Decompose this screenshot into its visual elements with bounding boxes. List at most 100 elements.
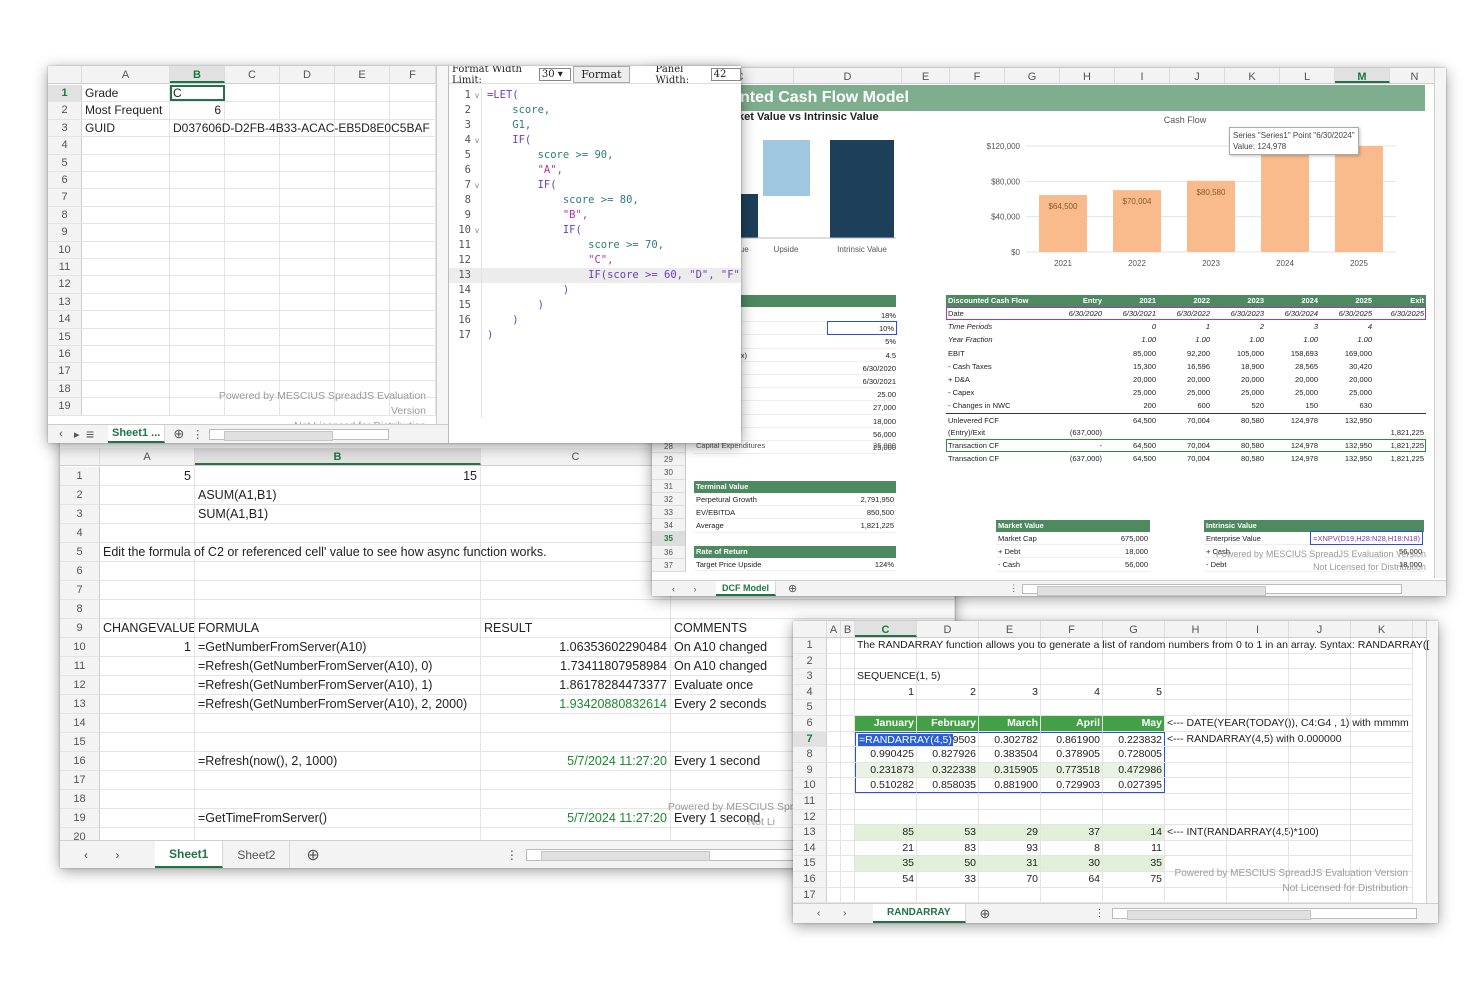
cell[interactable] <box>1227 809 1289 825</box>
cell[interactable]: 33 <box>917 872 979 887</box>
cell[interactable] <box>1227 669 1289 684</box>
row-header[interactable]: 4 <box>793 684 827 700</box>
cell[interactable] <box>855 887 917 903</box>
cell[interactable] <box>390 102 436 119</box>
cell[interactable] <box>1351 669 1413 684</box>
dcf-col-h[interactable]: H <box>1060 68 1115 83</box>
cell[interactable] <box>335 276 390 293</box>
cell[interactable] <box>280 276 335 293</box>
cell[interactable] <box>841 747 855 762</box>
dcf-add-sheet-icon[interactable]: ⊕ <box>776 582 809 595</box>
dcf-cell[interactable]: 20,000 <box>1320 373 1374 386</box>
cell[interactable]: 1 <box>855 684 917 700</box>
dcf-cell[interactable] <box>1046 414 1104 426</box>
fe-add-sheet-icon[interactable]: ⊕ <box>165 426 192 442</box>
row-header[interactable]: 1 <box>60 467 100 485</box>
cell[interactable] <box>855 653 917 669</box>
cell[interactable] <box>82 276 170 293</box>
cell[interactable] <box>225 346 280 363</box>
cell[interactable] <box>979 794 1041 809</box>
cell[interactable] <box>390 137 436 154</box>
cell[interactable] <box>335 259 390 276</box>
cell[interactable] <box>855 794 917 809</box>
cell[interactable] <box>917 700 979 715</box>
cell[interactable] <box>170 241 225 258</box>
cell[interactable] <box>1041 669 1103 684</box>
row-header[interactable]: 19 <box>48 398 82 415</box>
cell[interactable] <box>1165 794 1227 809</box>
cell[interactable]: 5/7/2024 11:27:20 <box>481 809 671 827</box>
cell[interactable] <box>280 224 335 241</box>
fe-col-c[interactable]: C <box>225 66 280 83</box>
assumption-value[interactable]: 27,000 <box>873 401 896 413</box>
code-line[interactable]: 8 score >= 80, <box>449 193 741 208</box>
cell[interactable] <box>827 778 841 793</box>
fe-col-e[interactable]: E <box>335 66 390 83</box>
dcf-cell[interactable]: 70,004 <box>1158 414 1212 426</box>
code-line[interactable]: 12 "C", <box>449 253 741 268</box>
cell[interactable] <box>841 794 855 809</box>
row-header[interactable]: 8 <box>48 206 82 224</box>
cell[interactable] <box>1227 794 1289 809</box>
cell[interactable] <box>1227 762 1289 778</box>
dcf-cell[interactable]: - <box>1046 439 1104 452</box>
cell[interactable] <box>82 154 170 171</box>
assumption-value[interactable]: 56,000 <box>873 428 896 440</box>
ra-col-h[interactable]: H <box>1165 621 1227 637</box>
fe-corner[interactable] <box>48 66 82 83</box>
code-line[interactable]: 5 score >= 90, <box>449 148 741 163</box>
dcf-cell[interactable]: 80,580 <box>1212 452 1266 465</box>
cell[interactable] <box>280 346 335 363</box>
ra-col-f[interactable]: F <box>1041 621 1103 637</box>
fe-col-f[interactable]: F <box>390 66 436 83</box>
dcf-cell[interactable]: 6/30/2025 <box>1320 307 1374 320</box>
small-table-value[interactable]: 675,000 <box>1121 532 1148 544</box>
cell[interactable]: 8 <box>1041 840 1103 856</box>
ra-col-g[interactable]: G <box>1103 621 1165 637</box>
cell[interactable] <box>1289 778 1351 793</box>
cell[interactable] <box>1289 794 1351 809</box>
row-header[interactable]: 17 <box>60 771 100 789</box>
format-button[interactable]: Format <box>573 66 630 83</box>
dcf-cell[interactable] <box>1046 360 1104 373</box>
cell[interactable] <box>1289 747 1351 762</box>
cell[interactable] <box>1289 825 1351 840</box>
cell[interactable]: 35 <box>855 856 917 871</box>
cell[interactable]: 5/7/2024 11:27:20 <box>481 752 671 770</box>
row-header[interactable]: 2 <box>793 653 827 669</box>
row-header[interactable]: 15 <box>793 856 827 871</box>
cell[interactable] <box>82 346 170 363</box>
cell[interactable] <box>1165 684 1227 700</box>
cell[interactable] <box>280 206 335 224</box>
dcf-col-f[interactable]: F <box>950 68 1005 83</box>
col-header-b[interactable]: B <box>195 448 481 465</box>
cell[interactable]: C <box>170 85 225 102</box>
row-header[interactable]: 3 <box>793 669 827 684</box>
cell[interactable]: 0.027395 <box>1103 778 1165 793</box>
cell[interactable] <box>841 840 855 856</box>
tab-nav-arrows[interactable]: ‹ › <box>60 848 155 862</box>
row-header[interactable]: 16 <box>60 752 100 770</box>
row-header[interactable]: 30 <box>652 466 685 480</box>
code-line[interactable]: 17) <box>449 328 741 343</box>
row-header[interactable]: 10 <box>60 638 100 656</box>
cell[interactable] <box>1351 778 1413 793</box>
cell[interactable] <box>1351 809 1413 825</box>
ra-add-sheet-icon[interactable]: ⊕ <box>966 906 1005 922</box>
cell[interactable]: 83 <box>917 840 979 856</box>
cell[interactable] <box>481 524 671 542</box>
cash-flow-bar[interactable] <box>1335 146 1383 252</box>
dcf-cell[interactable]: 25,000 <box>1212 386 1266 399</box>
cell[interactable] <box>481 771 671 789</box>
cell[interactable] <box>100 505 195 523</box>
dcf-cell[interactable]: 6/30/2025 <box>1374 307 1426 320</box>
cell[interactable] <box>827 638 841 653</box>
tab-dcf-model[interactable]: DCF Model <box>716 581 776 596</box>
cell[interactable]: 0.378905 <box>1041 747 1103 762</box>
assumption-value[interactable]: 6/30/2021 <box>863 375 896 387</box>
dcf-cell[interactable]: 132,950 <box>1320 439 1374 452</box>
fe-col-b[interactable]: B <box>170 66 225 83</box>
cell[interactable] <box>82 206 170 224</box>
cell[interactable] <box>335 224 390 241</box>
cell[interactable]: 93 <box>979 840 1041 856</box>
